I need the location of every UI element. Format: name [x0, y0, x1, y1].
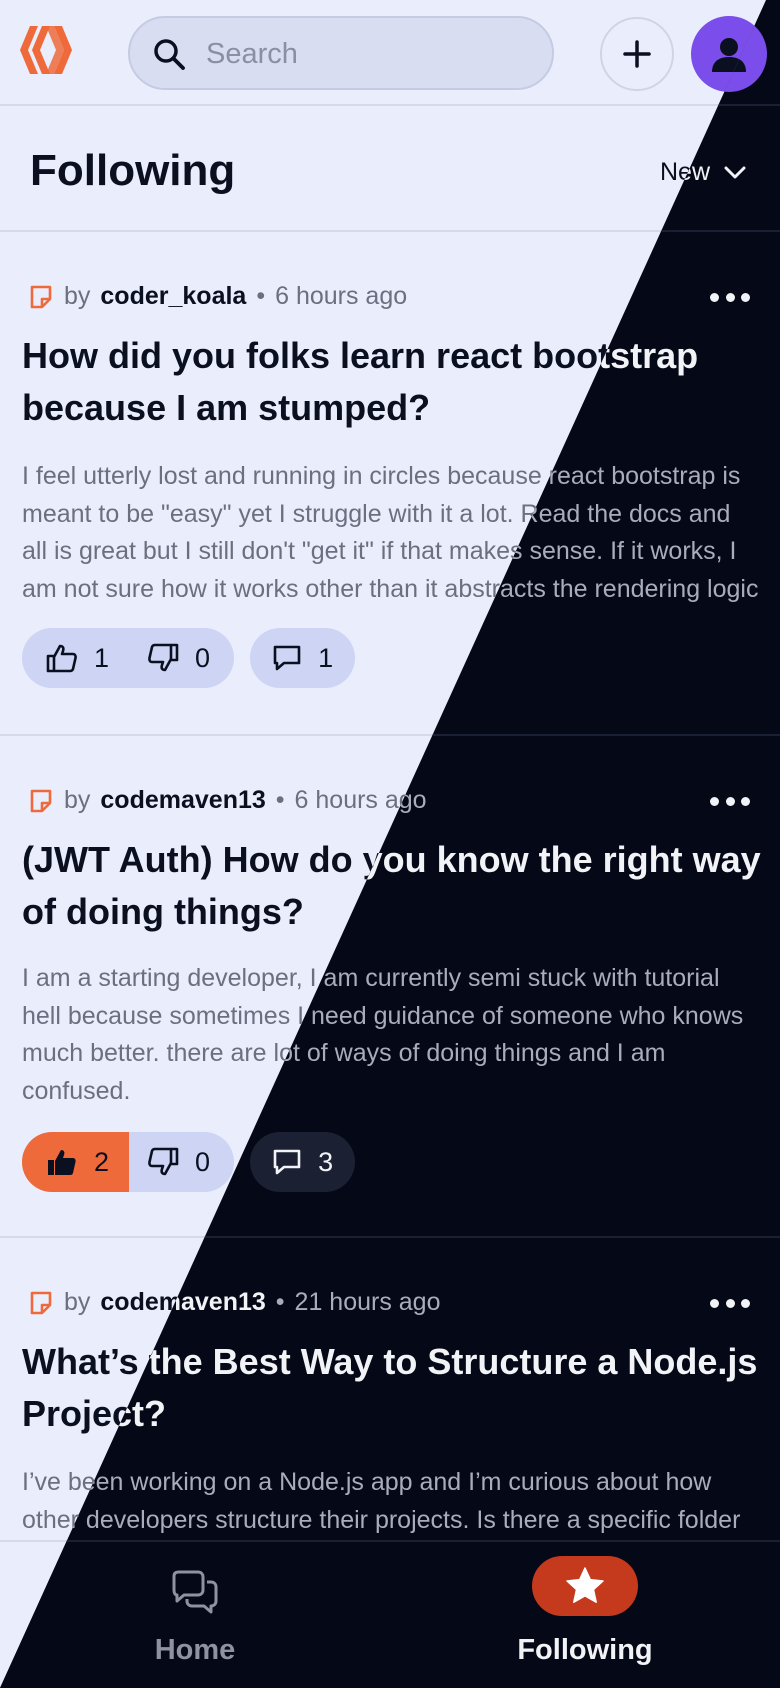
author-link[interactable]: codemaven13 — [100, 786, 265, 815]
by-label: by — [64, 1288, 91, 1316]
upvote-count: 1 — [94, 642, 110, 673]
comment-count: 1 — [318, 642, 334, 673]
chat-bubbles-icon — [172, 1570, 218, 1614]
post-icon — [30, 285, 52, 308]
separator-dot: • — [275, 786, 285, 814]
nav-following-pill — [532, 1556, 638, 1616]
upvote-count: 2 — [94, 1146, 110, 1177]
page-title: Following — [30, 146, 236, 195]
comments-button[interactable]: 3 — [250, 1132, 356, 1192]
nav-home[interactable]: Home — [130, 1562, 260, 1682]
vote-group: 2 0 — [22, 1132, 235, 1192]
nav-home-label: Home — [154, 1634, 236, 1666]
downvote-count: 0 — [195, 1146, 211, 1177]
thumbs-up-icon — [46, 644, 77, 673]
separator-dot: • — [256, 282, 266, 310]
comments-button[interactable]: 1 — [250, 628, 356, 688]
more-options-icon[interactable] — [710, 794, 750, 808]
vote-group: 1 0 — [22, 628, 235, 688]
post-excerpt: I’ve been working on a Node.js app and I… — [22, 1468, 741, 1534]
more-options-icon[interactable] — [710, 1296, 750, 1310]
create-post-button[interactable] — [600, 17, 674, 91]
author-link[interactable]: coder_koala — [100, 282, 246, 311]
post-time: 21 hours ago — [294, 1288, 441, 1316]
post-meta: by codemaven13 • 6 hours ago — [28, 786, 427, 815]
search-input[interactable] — [206, 32, 536, 76]
chevron-down-icon — [724, 166, 746, 178]
more-options-icon[interactable] — [710, 290, 750, 304]
top-bar — [0, 0, 766, 106]
post-actions: 1 0 1 — [22, 628, 356, 688]
star-icon — [566, 1567, 604, 1603]
nav-following[interactable]: Following — [500, 1556, 670, 1682]
comment-icon — [273, 1149, 301, 1175]
downvote-button[interactable]: 0 — [129, 628, 234, 688]
thumbs-down-icon — [148, 643, 179, 672]
comment-count: 3 — [318, 1146, 334, 1177]
by-label: by — [64, 282, 91, 310]
search-bar[interactable] — [128, 16, 554, 90]
bottom-nav: Home Following — [0, 1540, 780, 1688]
post-icon — [30, 789, 52, 812]
nav-following-label: Following — [517, 1634, 653, 1666]
thumbs-up-filled-icon — [48, 1150, 76, 1175]
downvote-count: 0 — [195, 642, 211, 673]
feed-header: Following New — [0, 106, 766, 232]
separator-dot: • — [275, 1288, 285, 1316]
upvote-button[interactable]: 2 — [22, 1132, 130, 1192]
comment-icon — [273, 645, 301, 671]
downvote-button[interactable]: 0 — [129, 1132, 234, 1192]
post-icon — [30, 1291, 52, 1314]
plus-icon — [623, 40, 651, 68]
search-icon — [154, 39, 185, 70]
upvote-button[interactable]: 1 — [22, 628, 129, 688]
hive-logo-icon[interactable] — [18, 22, 74, 78]
by-label: by — [64, 786, 91, 814]
thumbs-down-icon — [148, 1147, 179, 1176]
post-meta: by coder_koala • 6 hours ago — [28, 282, 407, 311]
post-time: 6 hours ago — [275, 282, 408, 310]
